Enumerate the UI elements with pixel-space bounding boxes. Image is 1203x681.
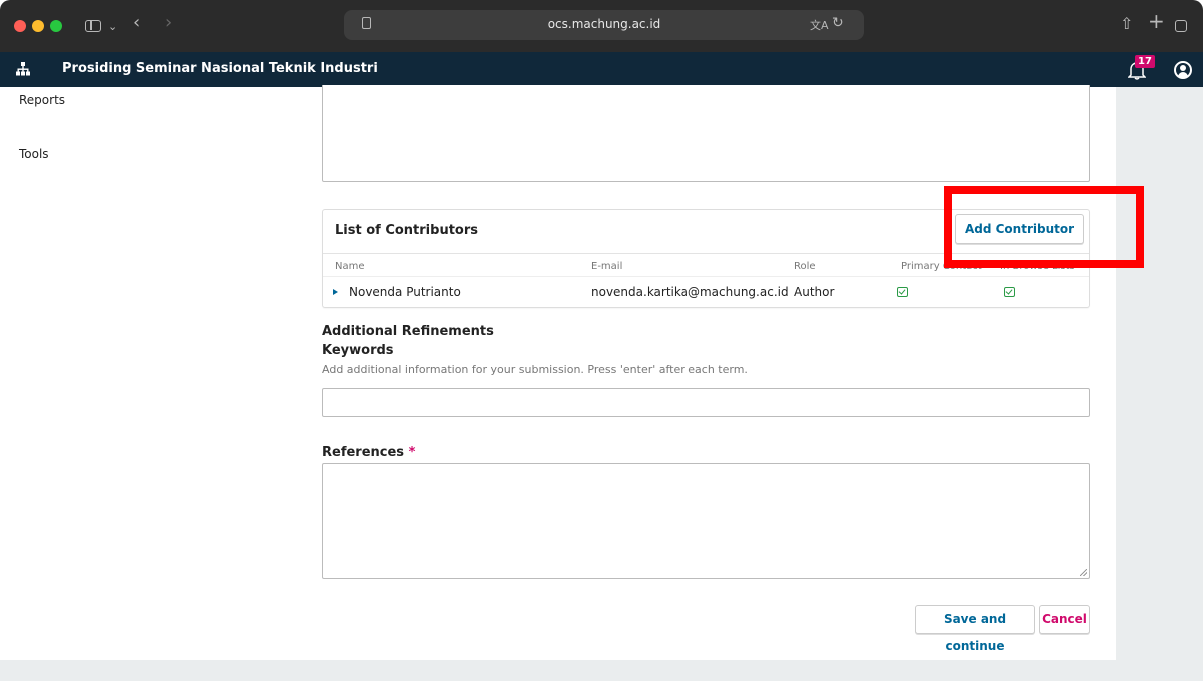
address-bar[interactable]: ocs.machung.ac.id 文A ↻: [344, 10, 864, 40]
column-header-name: Name: [335, 261, 365, 272]
reload-icon[interactable]: ↻: [832, 15, 844, 31]
app-header: Prosiding Seminar Nasional Teknik Indust…: [0, 52, 1203, 87]
site-title[interactable]: Prosiding Seminar Nasional Teknik Indust…: [62, 61, 378, 76]
column-header-email: E-mail: [591, 261, 623, 272]
resize-handle-icon[interactable]: [1080, 569, 1087, 576]
contributor-name: Novenda Putrianto: [349, 285, 461, 299]
zoom-window-button[interactable]: [50, 20, 62, 32]
sidebar-toggle-icon[interactable]: [85, 20, 101, 32]
translate-icon[interactable]: 文A: [810, 17, 829, 33]
references-textarea[interactable]: [322, 463, 1090, 579]
address-url: ocs.machung.ac.id: [547, 17, 661, 31]
keywords-input[interactable]: [322, 388, 1090, 417]
page-background-bottom: [0, 660, 1116, 681]
sidebar-item-reports[interactable]: Reports: [19, 93, 65, 107]
table-divider: [323, 276, 1089, 277]
highlight-box: [944, 186, 1144, 268]
new-tab-icon[interactable]: +: [1148, 11, 1165, 31]
contributor-role: Author: [794, 285, 835, 299]
save-and-continue-button[interactable]: Save and continue: [915, 605, 1035, 653]
left-sidebar: Reports Tools: [0, 87, 296, 681]
tab-overview-icon[interactable]: [1175, 20, 1187, 32]
additional-refinements-title: Additional Refinements: [322, 324, 494, 339]
contributor-email: novenda.kartika@machung.ac.id: [591, 285, 789, 299]
references-label: References *: [322, 445, 415, 460]
notification-badge[interactable]: 17: [1135, 55, 1155, 68]
back-arrow-icon[interactable]: ‹: [133, 14, 140, 32]
contributors-title: List of Contributors: [335, 223, 478, 238]
required-marker: *: [408, 445, 416, 460]
sidebar-item-tools[interactable]: Tools: [19, 147, 49, 161]
sitemap-icon[interactable]: [16, 62, 30, 76]
keywords-label: Keywords: [322, 343, 394, 358]
in-browse-lists-check-icon: [1004, 287, 1015, 297]
abstract-textarea[interactable]: [322, 85, 1090, 182]
page-background-right: [1116, 87, 1203, 681]
share-icon[interactable]: ⇧: [1120, 16, 1133, 32]
forward-arrow-icon[interactable]: ›: [165, 14, 172, 32]
browser-toolbar: ⌄ ‹ › ocs.machung.ac.id 文A ↻ ⇧ +: [0, 0, 1203, 52]
user-account-icon[interactable]: [1174, 61, 1192, 79]
minimize-window-button[interactable]: [32, 20, 44, 32]
close-window-button[interactable]: [14, 20, 26, 32]
column-header-role: Role: [794, 261, 816, 272]
cancel-button[interactable]: Cancel: [1039, 605, 1090, 634]
expand-row-icon[interactable]: [333, 289, 338, 295]
keywords-description: Add additional information for your subm…: [322, 363, 748, 376]
chevron-down-icon[interactable]: ⌄: [108, 19, 117, 35]
submission-form: List of Contributors Add Contributor Nam…: [296, 85, 1116, 660]
references-label-text: References: [322, 445, 405, 460]
primary-contact-check-icon: [897, 287, 908, 297]
